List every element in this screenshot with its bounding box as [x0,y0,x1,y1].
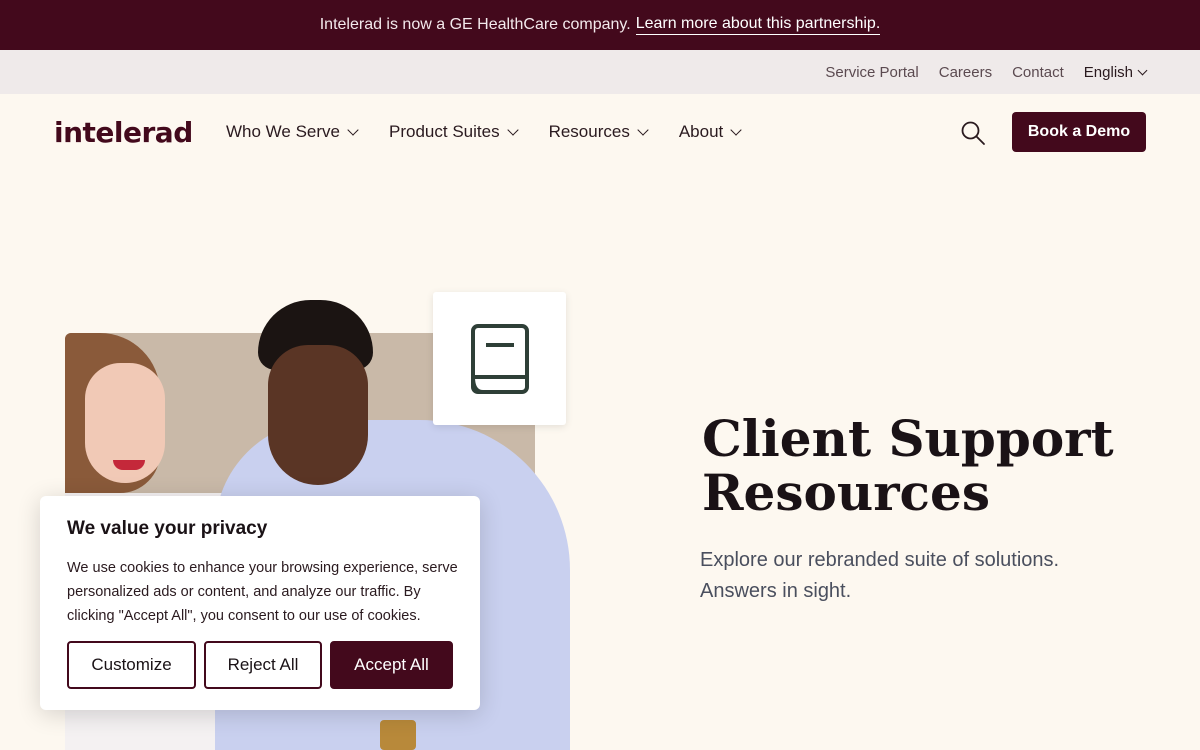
title-line-1: Client Support [702,409,1114,468]
subtitle-line-1: Explore our rebranded suite of solutions… [700,549,1060,571]
careers-link[interactable]: Careers [939,64,992,81]
accept-all-button[interactable]: Accept All [330,641,453,689]
chevron-down-icon [1137,65,1148,75]
cookie-text: We use cookies to enhance your browsing … [67,560,458,624]
title-line-2: Resources [702,463,990,522]
nav-label: Who We Serve [226,122,341,141]
cookie-title: We value your privacy [67,518,268,539]
resource-card [433,292,566,425]
nav-product-suites[interactable]: Product Suites [389,122,519,142]
book-demo-button[interactable]: Book a Demo [1012,112,1146,152]
announcement-bar: Intelerad is now a GE HealthCare company… [0,0,1200,50]
customize-button[interactable]: Customize [67,641,196,689]
reject-all-button[interactable]: Reject All [204,641,322,689]
subtitle-line-2: Answers in sight. [700,580,852,602]
nav-resources[interactable]: Resources [548,122,649,142]
book-icon [470,323,529,394]
language-label: English [1083,63,1133,81]
nav-about[interactable]: About [678,122,742,142]
announcement-text: Intelerad is now a GE HealthCare company… [319,16,631,33]
intelerad-logo[interactable]: intelerad [54,116,193,149]
page-title: Client Support Resources [702,412,1114,520]
utility-nav: Service Portal Careers Contact English [0,50,1200,94]
search-icon [961,121,985,145]
primary-nav-links: Who We Serve Product Suites Resources Ab… [226,94,772,170]
chevron-down-icon [730,124,742,136]
hero-subtitle: Explore our rebranded suite of solutions… [700,545,1120,607]
language-selector[interactable]: English [1083,63,1148,81]
contact-link[interactable]: Contact [1012,64,1064,81]
chevron-down-icon [637,124,649,136]
search-button[interactable] [960,120,986,146]
nav-label: Product Suites [389,122,500,141]
photo-watch [380,720,416,750]
partnership-link[interactable]: Learn more about this partnership. [635,15,881,35]
cookie-consent-banner: We value your privacy We use cookies to … [40,496,480,710]
service-portal-link[interactable]: Service Portal [825,64,918,81]
cookie-actions: Customize Reject All Accept All [67,641,461,689]
nav-label: Resources [548,122,630,141]
photo-man-face [268,345,368,485]
nav-label: About [678,122,724,141]
photo-woman-lips [113,460,145,470]
chevron-down-icon [506,124,519,136]
chevron-down-icon [347,124,359,136]
main-nav: intelerad Who We Serve Product Suites Re… [0,94,1200,170]
nav-who-we-serve[interactable]: Who We Serve [226,122,359,142]
